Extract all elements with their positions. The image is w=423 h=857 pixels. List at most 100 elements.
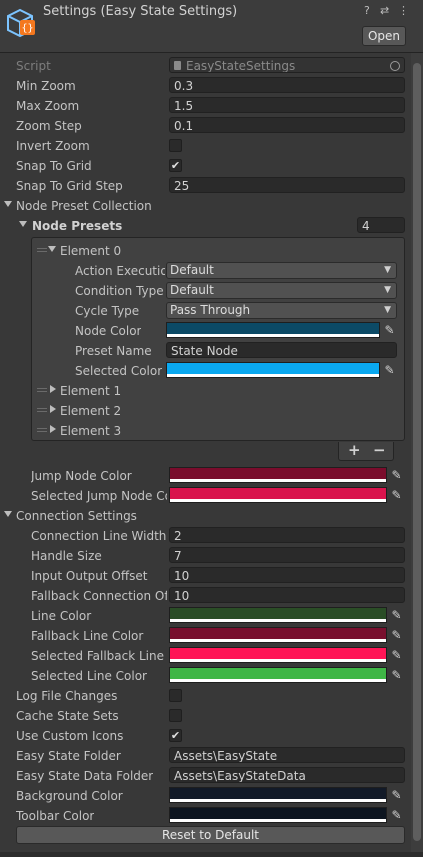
jump-node-color-swatch[interactable] — [169, 467, 387, 483]
snap-to-grid-label: Snap To Grid — [16, 159, 92, 173]
node-presets-count[interactable]: 4 — [357, 217, 405, 233]
input-output-offset-input[interactable]: 10 — [169, 567, 405, 583]
line-color-label: Line Color — [31, 609, 92, 623]
selected-jump-node-color-row: Selected Jump Node Color ✎ — [0, 486, 410, 506]
selected-jump-node-color-swatch[interactable] — [169, 487, 387, 503]
zoom-step-input[interactable]: 0.1 — [169, 117, 405, 133]
open-button[interactable]: Open — [362, 26, 406, 46]
foldout-arrow-icon — [50, 405, 56, 413]
snap-grid-step-input[interactable]: 25 — [169, 177, 405, 193]
min-zoom-input[interactable]: 0.3 — [169, 77, 405, 93]
node-preset-collection-label: Node Preset Collection — [16, 199, 152, 213]
connection-line-width-row: Connection Line Width 2 — [0, 526, 410, 546]
selected-color-swatch[interactable] — [166, 362, 380, 378]
log-file-changes-checkbox[interactable] — [169, 689, 182, 702]
condition-type-dropdown[interactable]: Default ▼ — [166, 282, 397, 299]
reset-to-default-button[interactable]: Reset to Default — [16, 826, 405, 844]
cycle-type-dropdown[interactable]: Pass Through ▼ — [166, 302, 397, 319]
add-element-button[interactable]: + — [348, 441, 361, 459]
max-zoom-input[interactable]: 1.5 — [169, 97, 405, 113]
node-presets-foldout[interactable]: Node Presets 4 — [0, 216, 410, 236]
element-2-foldout[interactable]: Element 2 — [0, 401, 410, 421]
eyedropper-icon[interactable]: ✎ — [388, 647, 405, 663]
fallback-connection-offset-input[interactable]: 10 — [169, 587, 405, 603]
snap-to-grid-row: Snap To Grid ✔ — [0, 156, 410, 176]
invert-zoom-row: Invert Zoom — [0, 136, 410, 156]
script-field[interactable]: EasyStateSettings — [169, 57, 405, 73]
vertical-scrollbar[interactable] — [411, 53, 423, 853]
element-1-foldout[interactable]: Element 1 — [0, 381, 410, 401]
eyedropper-icon[interactable]: ✎ — [388, 787, 405, 803]
eyedropper-icon[interactable]: ✎ — [388, 467, 405, 483]
eyedropper-icon[interactable]: ✎ — [381, 362, 398, 378]
easy-state-folder-input[interactable]: Assets\EasyState — [169, 747, 405, 763]
help-icon[interactable]: ? — [364, 4, 370, 17]
eyedropper-icon[interactable]: ✎ — [388, 607, 405, 623]
action-execution-row: Action Execution Default ▼ — [0, 261, 410, 281]
drag-handle-icon[interactable] — [37, 388, 47, 392]
jump-node-color-label: Jump Node Color — [31, 469, 132, 483]
element-3-foldout[interactable]: Element 3 — [0, 421, 410, 441]
cache-state-sets-row: Cache State Sets — [0, 706, 410, 726]
cache-state-sets-checkbox[interactable] — [169, 709, 182, 722]
object-picker-icon[interactable] — [390, 61, 400, 71]
foldout-arrow-icon — [19, 221, 27, 227]
eyedropper-icon[interactable]: ✎ — [388, 487, 405, 503]
min-zoom-label: Min Zoom — [16, 79, 76, 93]
drag-handle-icon[interactable] — [37, 248, 47, 252]
more-menu-icon[interactable]: ⋮ — [398, 4, 409, 17]
snap-to-grid-checkbox[interactable]: ✔ — [169, 159, 182, 172]
dropdown-arrow-icon: ▼ — [384, 305, 391, 315]
use-custom-icons-checkbox[interactable]: ✔ — [169, 729, 182, 742]
background-color-swatch[interactable] — [169, 787, 387, 803]
fallback-line-color-swatch[interactable] — [169, 627, 387, 643]
selected-color-label: Selected Color — [75, 364, 163, 378]
min-zoom-row: Min Zoom 0.3 — [0, 76, 410, 96]
eyedropper-icon[interactable]: ✎ — [388, 667, 405, 683]
node-color-swatch[interactable] — [166, 322, 380, 338]
connection-settings-foldout[interactable]: Connection Settings — [0, 506, 410, 526]
element-2-label: Element 2 — [60, 404, 122, 418]
easy-state-data-folder-input[interactable]: Assets\EasyStateData — [169, 767, 405, 783]
log-file-changes-row: Log File Changes — [0, 686, 410, 706]
selected-jump-node-color-label: Selected Jump Node Color — [31, 489, 167, 503]
eyedropper-icon[interactable]: ✎ — [381, 322, 398, 338]
script-file-icon — [174, 61, 181, 70]
selected-line-color-swatch[interactable] — [169, 667, 387, 683]
invert-zoom-checkbox[interactable] — [169, 139, 182, 152]
selected-fallback-line-color-swatch[interactable] — [169, 647, 387, 663]
eyedropper-icon[interactable]: ✎ — [388, 807, 405, 823]
node-preset-collection-foldout[interactable]: Node Preset Collection — [0, 196, 410, 216]
inspector-header: {} Settings (Easy State Settings) ? ⇄ ⋮ … — [0, 0, 423, 52]
drag-handle-icon[interactable] — [37, 428, 47, 432]
cycle-type-label: Cycle Type — [75, 304, 140, 318]
element-3-label: Element 3 — [60, 424, 122, 438]
input-output-offset-row: Input Output Offset 10 — [0, 566, 410, 586]
selected-line-color-label: Selected Line Color — [31, 669, 147, 683]
selected-fallback-line-color-label: Selected Fallback Line Color — [31, 649, 167, 663]
preset-icon[interactable]: ⇄ — [380, 4, 389, 17]
foldout-arrow-icon — [50, 425, 56, 433]
eyedropper-icon[interactable]: ✎ — [388, 627, 405, 643]
fallback-line-color-label: Fallback Line Color — [31, 629, 144, 643]
easy-state-data-folder-row: Easy State Data Folder Assets\EasyStateD… — [0, 766, 410, 786]
condition-type-label: Condition Type — [75, 284, 164, 298]
line-color-swatch[interactable] — [169, 607, 387, 623]
handle-size-row: Handle Size 7 — [0, 546, 410, 566]
scrollbar-thumb[interactable] — [413, 63, 421, 841]
element-0-foldout[interactable]: Element 0 — [0, 241, 410, 261]
action-execution-dropdown[interactable]: Default ▼ — [166, 262, 397, 279]
toolbar-color-swatch[interactable] — [169, 807, 387, 823]
drag-handle-icon[interactable] — [37, 408, 47, 412]
connection-line-width-input[interactable]: 2 — [169, 527, 405, 543]
script-label: Script — [16, 59, 51, 73]
handle-size-input[interactable]: 7 — [169, 547, 405, 563]
input-output-offset-label: Input Output Offset — [31, 569, 148, 583]
preset-name-input[interactable]: State Node — [166, 342, 397, 358]
easy-state-folder-label: Easy State Folder — [16, 749, 121, 763]
list-footer: + − — [338, 441, 394, 461]
inspector-title: Settings (Easy State Settings) — [43, 4, 238, 19]
zoom-step-label: Zoom Step — [16, 119, 82, 133]
easy-state-data-folder-label: Easy State Data Folder — [16, 769, 154, 783]
remove-element-button[interactable]: − — [373, 441, 386, 459]
